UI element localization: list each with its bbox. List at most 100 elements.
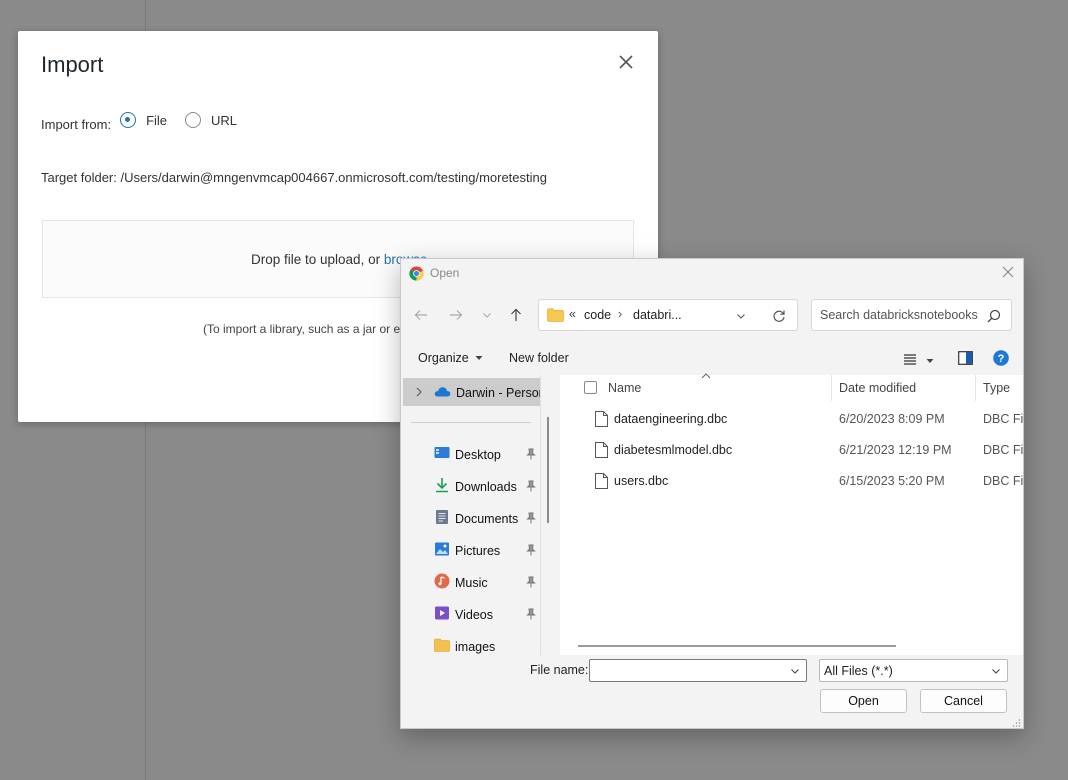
organize-caret-icon (475, 356, 483, 360)
preview-pane-icon[interactable] (958, 351, 973, 365)
pin-icon[interactable] (526, 576, 536, 588)
chevron-down-icon[interactable] (991, 666, 1001, 676)
open-button[interactable]: Open (820, 689, 907, 713)
sidebar-item-documents[interactable]: Documents (401, 504, 540, 532)
file-icon (595, 411, 608, 427)
sort-ascending-icon (701, 373, 711, 379)
file-date: 6/20/2023 8:09 PM (839, 412, 945, 426)
recent-locations-chevron-icon[interactable] (477, 305, 497, 325)
dialog-close-icon[interactable] (1001, 265, 1015, 279)
sidebar-item-onedrive[interactable]: Darwin - Personal (403, 378, 540, 406)
chrome-icon (409, 266, 424, 281)
navigation-scrollbar[interactable] (547, 417, 549, 523)
column-separator[interactable] (975, 375, 976, 401)
address-overflow[interactable]: « (569, 307, 576, 321)
sidebar-label: Pictures (455, 544, 501, 558)
close-icon[interactable] (616, 51, 636, 73)
view-options-button[interactable] (903, 352, 934, 370)
new-folder-button[interactable]: New folder (509, 351, 569, 365)
address-bar[interactable]: « code › databri... (538, 299, 798, 331)
dialog-titlebar: Open (401, 259, 1023, 287)
chevron-down-icon[interactable] (790, 666, 800, 676)
pin-icon[interactable] (526, 480, 536, 492)
address-segment-code[interactable]: code (584, 308, 611, 322)
sidebar-separator (411, 422, 531, 423)
address-segment-current[interactable]: databri... (633, 308, 682, 322)
file-row[interactable]: users.dbc 6/15/2023 5:20 PM DBC File (560, 465, 1024, 495)
column-separator[interactable] (831, 375, 832, 401)
onedrive-cloud-icon (434, 387, 451, 397)
radio-file-label: File (146, 112, 168, 128)
file-row[interactable]: diabetesmlmodel.dbc 6/21/2023 12:19 PM D… (560, 434, 1023, 464)
sidebar-item-desktop[interactable]: Desktop (401, 440, 540, 468)
radio-url[interactable]: URL (185, 112, 237, 128)
import-title: Import (41, 52, 104, 77)
help-icon[interactable]: ? (993, 350, 1009, 366)
pin-icon[interactable] (526, 512, 536, 524)
sidebar-item-downloads[interactable]: Downloads (401, 472, 540, 500)
sidebar-item-videos[interactable]: Videos (401, 600, 540, 628)
radio-button-url[interactable] (185, 112, 202, 128)
folder-icon (434, 638, 450, 652)
pictures-icon (435, 542, 449, 556)
expand-chevron-icon[interactable] (415, 387, 423, 397)
sidebar-label: Desktop (455, 448, 501, 462)
download-icon (436, 478, 448, 493)
dialog-footer: File name: All Files (*.*) Open Cancel (401, 655, 1023, 728)
pin-icon[interactable] (526, 448, 536, 460)
import-from-group: Import from: File URL (41, 112, 255, 132)
file-name: users.dbc (614, 474, 669, 488)
file-type-filter-value: All Files (*.*) (824, 664, 893, 678)
pin-icon[interactable] (526, 544, 536, 556)
file-type: DBC File (983, 474, 1024, 488)
refresh-icon[interactable] (772, 309, 786, 323)
address-chevron-down-icon[interactable] (736, 311, 746, 321)
up-arrow-icon[interactable] (506, 305, 526, 325)
address-separator: › (618, 307, 623, 321)
sidebar-label: Videos (455, 608, 493, 622)
navigation-pane: Darwin - Personal Desktop Downloads Docu… (401, 375, 549, 655)
forward-arrow-icon[interactable] (446, 305, 466, 325)
documents-icon (436, 510, 448, 524)
sidebar-label: images (455, 640, 496, 654)
navigation-pane-border (540, 375, 541, 655)
pin-icon[interactable] (526, 608, 536, 620)
file-name: dataengineering.dbc (614, 412, 728, 426)
file-date: 6/15/2023 5:20 PM (839, 474, 945, 488)
select-all-checkbox[interactable] (584, 381, 597, 394)
radio-url-label: URL (211, 112, 238, 128)
videos-icon (435, 606, 449, 620)
file-name-combobox[interactable] (589, 659, 807, 682)
file-type-filter[interactable]: All Files (*.*) (819, 659, 1008, 682)
cancel-button[interactable]: Cancel (920, 689, 1007, 713)
resize-grip-icon[interactable] (1011, 718, 1021, 728)
dropzone-prompt: Drop file to upload, or (251, 252, 384, 267)
search-icon (987, 309, 1001, 323)
search-box[interactable] (811, 299, 1012, 331)
file-row[interactable]: dataengineering.dbc 6/20/2023 8:09 PM DB… (560, 403, 1023, 433)
file-name-label: File name: (530, 663, 589, 677)
list-view-icon (904, 354, 916, 365)
search-input[interactable] (820, 308, 985, 322)
sidebar-item-pictures[interactable]: Pictures (401, 536, 540, 564)
radio-button-file[interactable] (120, 112, 137, 128)
organize-label: Organize (418, 351, 469, 365)
horizontal-scrollbar[interactable] (578, 645, 896, 647)
sidebar-label: Documents (455, 512, 519, 526)
file-date: 6/21/2023 12:19 PM (839, 443, 952, 457)
desktop-icon (434, 447, 450, 458)
file-name-input[interactable] (594, 663, 784, 677)
organize-button[interactable]: Organize (418, 351, 483, 365)
back-arrow-icon[interactable] (411, 305, 431, 325)
sidebar-label-onedrive: Darwin - Personal (456, 386, 540, 400)
command-bar: Organize New folder ? (401, 343, 1023, 375)
sidebar-item-music[interactable]: Music (401, 568, 540, 596)
radio-file[interactable]: File (120, 112, 167, 128)
open-file-dialog: Open « code › databri... Search databric… (400, 258, 1024, 729)
navigation-bar: « code › databri... (401, 297, 1023, 333)
target-folder: Target folder: /Users/darwin@mngenvmcap0… (41, 170, 547, 185)
file-icon (595, 442, 608, 458)
file-list: Name Date modified Type dataengineering.… (560, 373, 1024, 655)
music-icon (434, 573, 450, 589)
sidebar-label: Downloads (455, 480, 517, 494)
